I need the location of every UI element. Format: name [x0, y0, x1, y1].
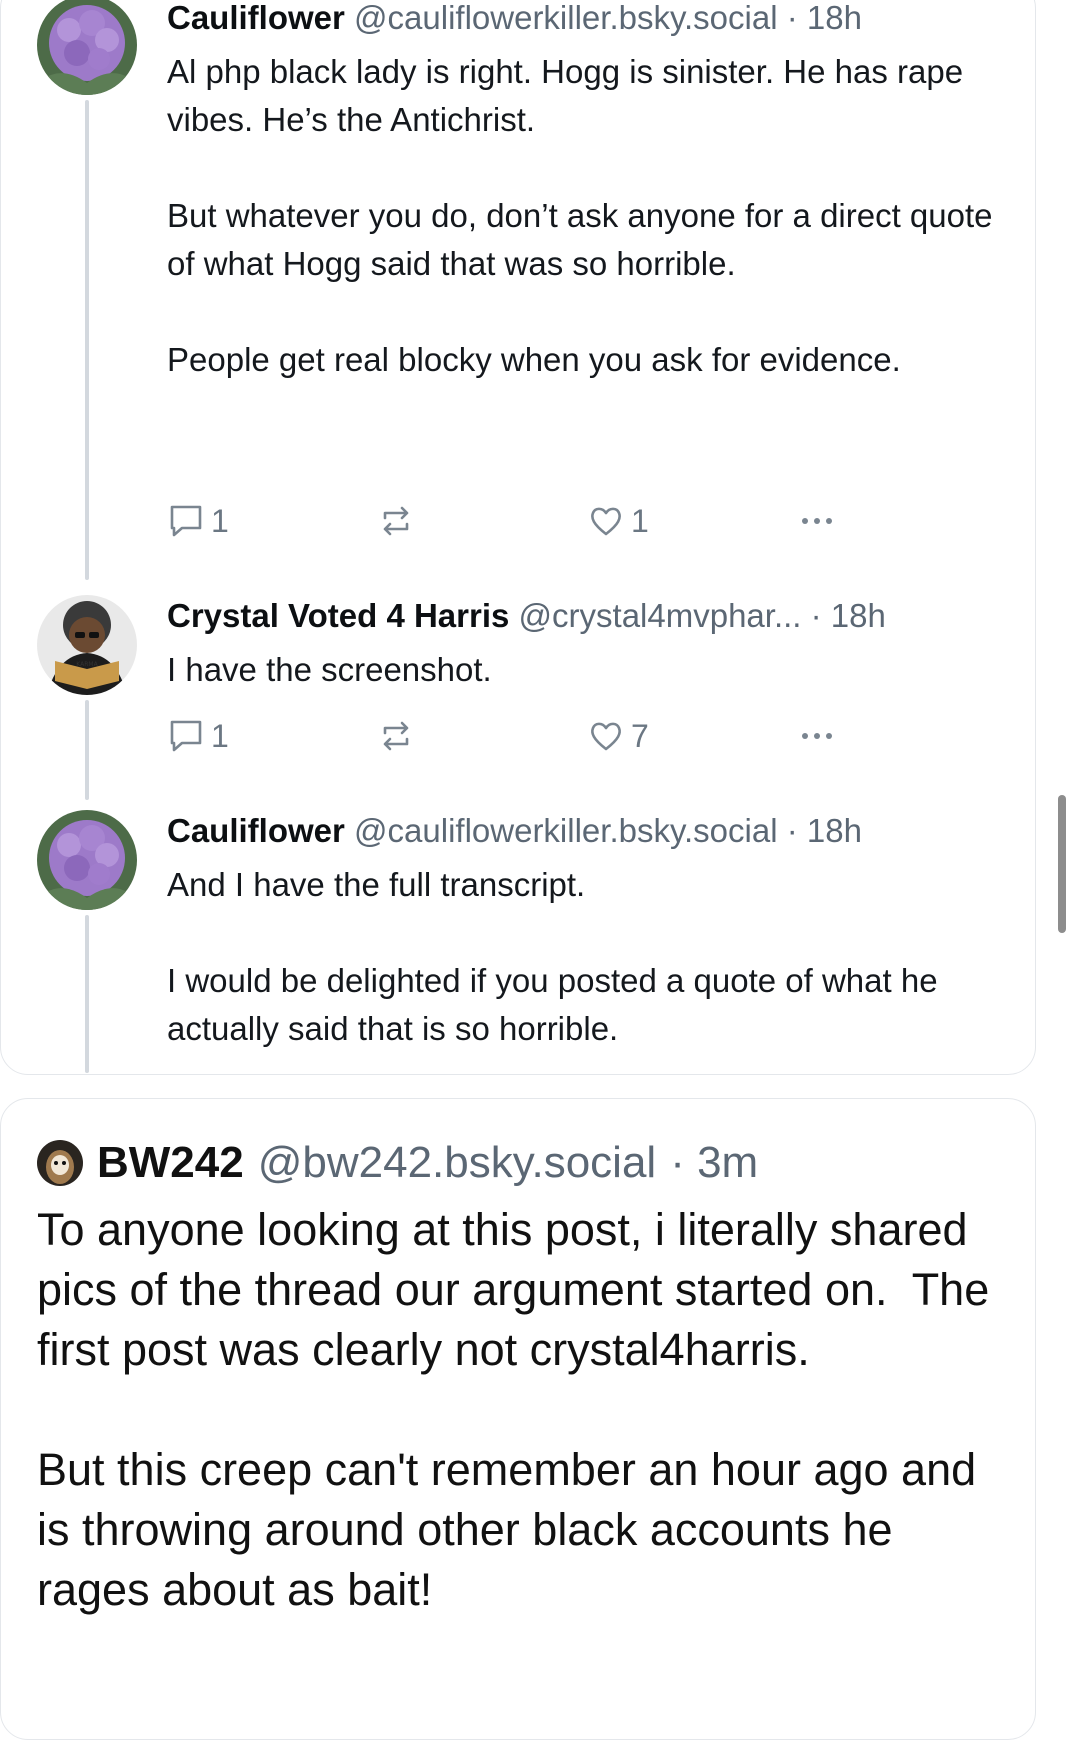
post-actions: 1 1	[167, 502, 867, 542]
author-name[interactable]: Crystal Voted 4 Harris	[167, 597, 509, 634]
author-name[interactable]: BW242	[97, 1138, 244, 1188]
like-count: 7	[631, 717, 649, 754]
post-body: And I have the full transcript. I would …	[167, 866, 938, 1047]
post-body: I have the screenshot.	[167, 651, 492, 688]
like-button[interactable]: 7	[587, 717, 649, 755]
post-2[interactable]: Crystal Voted 4 Harris @crystal4mvphar..…	[167, 596, 1007, 694]
post-header: Crystal Voted 4 Harris @crystal4mvphar..…	[167, 596, 1007, 636]
author-handle[interactable]: @cauliflowerkiller.bsky.social	[354, 812, 778, 849]
post-3[interactable]: Cauliflower @cauliflowerkiller.bsky.soci…	[167, 811, 1007, 1053]
repost-icon	[383, 506, 409, 536]
reply-count: 1	[211, 717, 229, 754]
avatar[interactable]	[37, 1140, 83, 1186]
post-header: Cauliflower @cauliflowerkiller.bsky.soci…	[167, 811, 1007, 851]
author-handle[interactable]: @cauliflowerkiller.bsky.social	[354, 0, 778, 36]
repost-button[interactable]	[377, 502, 415, 540]
heart-icon	[591, 722, 621, 751]
reply-icon	[170, 720, 202, 752]
heart-icon	[591, 507, 621, 536]
post-actions: 1 7	[167, 717, 867, 757]
author-handle[interactable]: @bw242.bsky.social	[258, 1138, 656, 1188]
post-1[interactable]: Cauliflower @cauliflowerkiller.bsky.soci…	[167, 0, 1007, 384]
thread-line	[85, 100, 89, 580]
avatar[interactable]: KARMA	[37, 595, 137, 695]
post-body: To anyone looking at this post, i litera…	[37, 1204, 990, 1615]
post-time: · 3m	[670, 1138, 759, 1187]
scrollbar[interactable]	[1058, 795, 1066, 933]
author-handle[interactable]: @crystal4mvphar...	[519, 597, 802, 634]
post-time: · 18h	[786, 0, 862, 36]
repost-icon	[383, 721, 409, 751]
like-count: 1	[631, 502, 649, 539]
more-button[interactable]	[797, 502, 837, 540]
post-time: · 18h	[810, 597, 886, 634]
reply-icon	[170, 505, 202, 537]
like-button[interactable]: 1	[587, 502, 649, 540]
avatar[interactable]	[37, 810, 137, 910]
author-name[interactable]: Cauliflower	[167, 0, 345, 36]
repost-button[interactable]	[377, 717, 415, 755]
thread-line	[85, 915, 89, 1073]
avatar-book-text: KARMA	[76, 661, 98, 668]
post-header: BW242 @bw242.bsky.social · 3m	[37, 1138, 758, 1188]
post-header: Cauliflower @cauliflowerkiller.bsky.soci…	[167, 0, 1007, 38]
thread-line	[85, 700, 89, 800]
author-name[interactable]: Cauliflower	[167, 812, 345, 849]
more-icon	[802, 518, 832, 524]
reply-count: 1	[211, 502, 229, 539]
more-button[interactable]	[797, 717, 837, 755]
reply-button[interactable]: 1	[167, 717, 229, 755]
more-icon	[802, 733, 832, 739]
post-body: Al php black lady is right. Hogg is sini…	[167, 53, 993, 378]
post-time: · 18h	[786, 812, 862, 849]
reply-button[interactable]: 1	[167, 502, 229, 540]
